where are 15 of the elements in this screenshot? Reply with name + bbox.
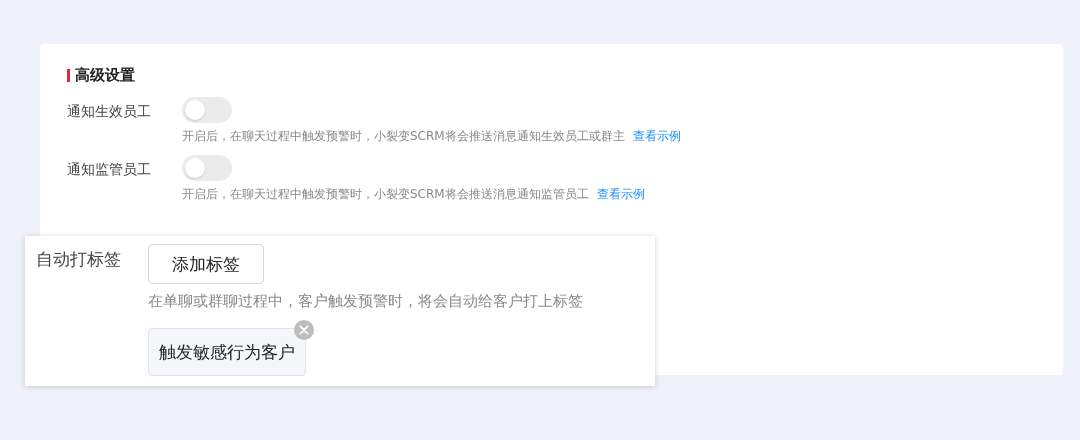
toggle-switch[interactable] [182,97,232,123]
section-title: 高级设置 [75,65,135,85]
hint-text: 开启后，在聊天过程中触发预警时，小裂变SCRM将会推送消息通知监管员工 [182,186,589,203]
setting-label: 通知生效员工 [67,102,152,121]
toggle-switch[interactable] [182,155,232,181]
hint-text: 开启后，在聊天过程中触发预警时，小裂变SCRM将会推送消息通知生效员工或群主 [182,128,625,145]
hint-text: 在单聊或群聊过程中，客户触发预警时，将会自动给客户打上标签 [148,292,583,311]
setting-label: 自动打标签 [36,248,122,271]
setting-label: 通知监管员工 [67,160,152,179]
tag-label: 触发敏感行为客户 [159,340,295,364]
close-icon[interactable] [294,320,314,340]
example-link[interactable]: 查看示例 [596,186,645,203]
add-tag-button[interactable]: 添加标签 [148,244,264,284]
example-link[interactable]: 查看示例 [632,128,681,145]
accent-bar [67,68,70,82]
